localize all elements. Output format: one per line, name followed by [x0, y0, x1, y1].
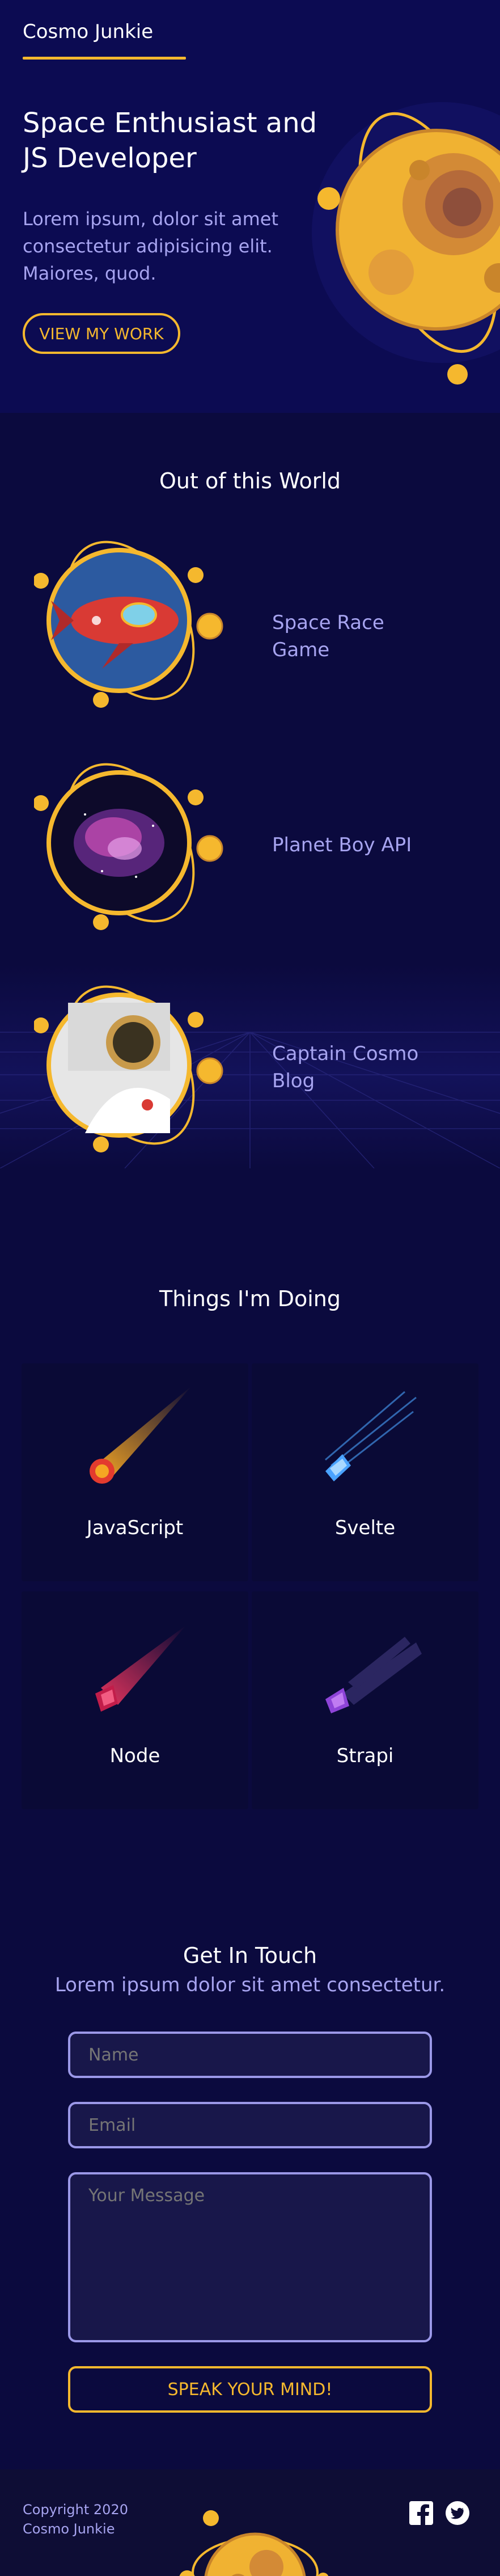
speak-your-mind-button[interactable]: SPEAK YOUR MIND!: [68, 2366, 432, 2413]
skills-title: Things I'm Doing: [159, 1286, 341, 1311]
purple-comet-icon: [325, 1637, 422, 1713]
copyright-line: Copyright 2020: [23, 2502, 128, 2518]
planet-illustration: [312, 102, 500, 385]
project-title[interactable]: Planet Boy API: [272, 831, 442, 859]
site-logo[interactable]: Cosmo Junkie: [23, 20, 153, 43]
planet-illustration: [179, 2510, 329, 2576]
project-item[interactable]: Captain Cosmo Blog: [0, 980, 500, 1179]
hero-section: Cosmo Junkie Space Enthusiast and JS Dev…: [0, 0, 500, 413]
project-orbit: [34, 985, 223, 1152]
project-item[interactable]: Planet Boy API: [0, 758, 500, 956]
skill-label: Strapi: [336, 1745, 394, 1767]
projects-title: Out of this World: [159, 468, 341, 493]
footer-name: Cosmo Junkie: [23, 2521, 115, 2537]
view-my-work-button[interactable]: VIEW MY WORK: [23, 313, 180, 354]
logo-underline: [23, 57, 186, 60]
twitter-icon[interactable]: [446, 2501, 469, 2525]
blue-comet-icon: [325, 1391, 417, 1481]
project-orbit: [34, 540, 223, 708]
skill-card: Svelte: [252, 1363, 478, 1581]
name-field[interactable]: [68, 2032, 432, 2078]
skill-label: Svelte: [334, 1517, 396, 1539]
project-item[interactable]: Space Race Game: [0, 535, 500, 734]
hero-description: Lorem ipsum, dolor sit amet consectetur …: [23, 208, 278, 284]
project-title[interactable]: Space Race Game: [272, 609, 442, 664]
contact-title: Get In Touch: [183, 1943, 317, 1968]
site-footer: Copyright 2020 Cosmo Junkie: [0, 2469, 500, 2576]
red-comet-icon: [95, 1625, 186, 1712]
email-field[interactable]: [68, 2102, 432, 2148]
skill-label: Node: [109, 1745, 160, 1767]
message-field[interactable]: [68, 2172, 432, 2342]
skill-card: JavaScript: [22, 1363, 248, 1581]
orange-comet-icon: [90, 1386, 192, 1484]
facebook-icon[interactable]: [409, 2501, 433, 2525]
hero-title: Space Enthusiast and JS Developer: [23, 107, 317, 174]
project-orbit: [34, 763, 223, 930]
contact-subtitle: Lorem ipsum dolor sit amet consectetur.: [54, 1974, 446, 1996]
skill-card: Strapi: [252, 1591, 478, 1809]
footer-copyright: Copyright 2020 Cosmo Junkie: [23, 2500, 181, 2539]
skill-label: JavaScript: [86, 1517, 184, 1539]
skill-card: Node: [22, 1591, 248, 1809]
project-title[interactable]: Captain Cosmo Blog: [272, 1040, 442, 1095]
